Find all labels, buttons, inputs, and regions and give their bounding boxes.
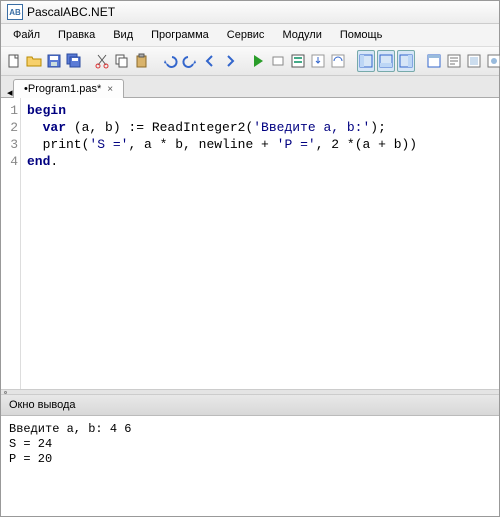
output-panel-title: Окно вывода xyxy=(1,395,499,416)
save-icon[interactable] xyxy=(45,50,63,72)
step-into-icon[interactable] xyxy=(309,50,327,72)
menu-program[interactable]: Программа xyxy=(143,26,217,44)
menu-view[interactable]: Вид xyxy=(105,26,141,44)
run-icon[interactable] xyxy=(249,50,267,72)
window-b-icon[interactable] xyxy=(445,50,463,72)
window-c-icon[interactable] xyxy=(465,50,483,72)
nav-fwd-icon[interactable] xyxy=(221,50,239,72)
menu-modules[interactable]: Модули xyxy=(274,26,329,44)
line-gutter: 1234 xyxy=(1,98,21,389)
paste-icon[interactable] xyxy=(133,50,151,72)
redo-icon[interactable] xyxy=(181,50,199,72)
app-icon: AB xyxy=(7,4,23,20)
undo-icon[interactable] xyxy=(161,50,179,72)
output-panel-body[interactable]: Введите a, b: 4 6 S = 24 P = 20 xyxy=(1,416,499,516)
menubar: Файл Правка Вид Программа Сервис Модули … xyxy=(1,24,499,47)
compile-icon[interactable] xyxy=(289,50,307,72)
open-folder-icon[interactable] xyxy=(25,50,43,72)
tab-program1[interactable]: •Program1.pas* × xyxy=(13,79,124,98)
app-title: PascalABC.NET xyxy=(27,5,115,19)
menu-service[interactable]: Сервис xyxy=(219,26,273,44)
window-d-icon[interactable] xyxy=(485,50,500,72)
panel-c-icon[interactable] xyxy=(397,50,415,72)
app-window: AB PascalABC.NET Файл Правка Вид Програм… xyxy=(0,0,500,517)
close-icon[interactable]: × xyxy=(107,84,113,95)
tab-bar: ◂ •Program1.pas* × xyxy=(1,76,499,98)
new-file-icon[interactable] xyxy=(5,50,23,72)
step-over-icon[interactable] xyxy=(329,50,347,72)
panel-b-icon[interactable] xyxy=(377,50,395,72)
panel-a-icon[interactable] xyxy=(357,50,375,72)
tabs-scroll-left[interactable]: ◂ xyxy=(7,86,11,90)
cut-icon[interactable] xyxy=(93,50,111,72)
toolbar xyxy=(1,47,499,76)
menu-edit[interactable]: Правка xyxy=(50,26,103,44)
code-content[interactable]: begin var (a, b) := ReadInteger2('Введит… xyxy=(21,98,499,389)
code-editor[interactable]: 1234 begin var (a, b) := ReadInteger2('В… xyxy=(1,98,499,389)
titlebar: AB PascalABC.NET xyxy=(1,1,499,24)
stop-icon[interactable] xyxy=(269,50,287,72)
nav-back-icon[interactable] xyxy=(201,50,219,72)
copy-icon[interactable] xyxy=(113,50,131,72)
menu-file[interactable]: Файл xyxy=(5,26,48,44)
window-a-icon[interactable] xyxy=(425,50,443,72)
save-all-icon[interactable] xyxy=(65,50,83,72)
tab-label: •Program1.pas* xyxy=(24,83,101,95)
menu-help[interactable]: Помощь xyxy=(332,26,391,44)
